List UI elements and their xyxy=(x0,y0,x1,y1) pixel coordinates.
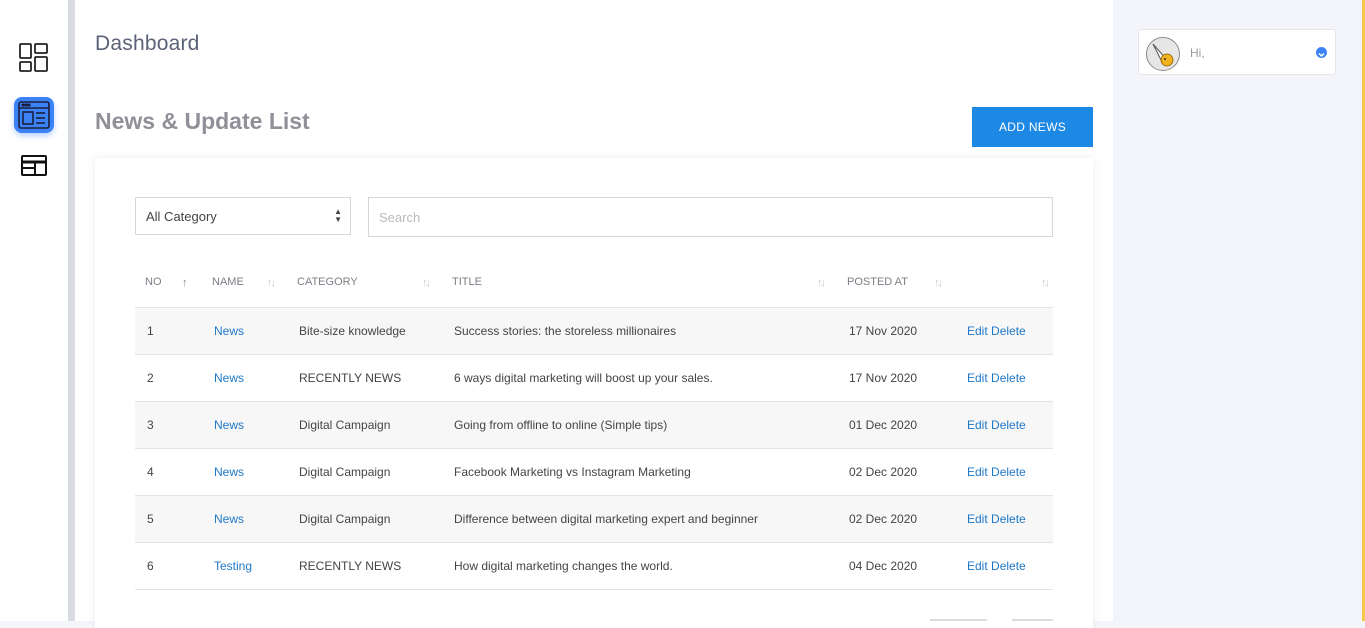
row-name-link[interactable]: Testing xyxy=(214,559,252,573)
sort-icon[interactable]: ↑↓ xyxy=(422,277,431,289)
row-category: Digital Campaign xyxy=(297,401,452,449)
row-category: Digital Campaign xyxy=(297,495,452,543)
delete-link[interactable]: Delete xyxy=(991,465,1026,479)
news-window-icon[interactable] xyxy=(14,97,54,133)
column-header-posted-at[interactable]: POSTED AT ↑↓ xyxy=(847,261,964,308)
column-header-title[interactable]: TITLE ↑↓ xyxy=(452,261,847,308)
edit-link[interactable]: Edit xyxy=(967,465,988,479)
column-header-name[interactable]: NAME ↑↓ xyxy=(212,261,297,308)
row-category: RECENTLY NEWS xyxy=(297,354,452,402)
row-title: Success stories: the storeless millionai… xyxy=(452,307,847,355)
row-number: 1 xyxy=(135,307,212,355)
add-news-button[interactable]: ADD NEWS xyxy=(972,107,1093,147)
sort-asc-icon[interactable]: ↑ xyxy=(182,277,187,289)
category-select[interactable]: All Category ▲ ▼ xyxy=(135,197,351,235)
delete-link[interactable]: Delete xyxy=(991,324,1026,338)
row-posted-at: 02 Dec 2020 xyxy=(847,448,964,496)
row-posted-at: 01 Dec 2020 xyxy=(847,401,964,449)
chevron-down-icon[interactable] xyxy=(1316,47,1327,58)
main-content: Dashboard News & Update List ADD NEWS Al… xyxy=(75,0,1113,628)
table-header-row: NO ↑ NAME ↑↓ CATEGORY ↑↓ TITLE ↑↓ POSTED… xyxy=(135,261,1053,308)
sort-icon[interactable]: ↑↓ xyxy=(934,277,943,289)
delete-link[interactable]: Delete xyxy=(991,371,1026,385)
column-header-category[interactable]: CATEGORY ↑↓ xyxy=(297,261,452,308)
row-title: Going from offline to online (Simple tip… xyxy=(452,401,847,449)
page-title: Dashboard xyxy=(95,32,200,55)
avatar xyxy=(1146,37,1180,71)
user-menu[interactable]: Hi, xyxy=(1138,29,1336,75)
row-number: 4 xyxy=(135,448,212,496)
section-title: News & Update List xyxy=(95,108,310,134)
row-name-link[interactable]: News xyxy=(214,465,244,479)
news-table: NO ↑ NAME ↑↓ CATEGORY ↑↓ TITLE ↑↓ POSTED… xyxy=(135,261,1053,590)
table-row: 6 Testing RECENTLY NEWS How digital marketi… xyxy=(135,542,1053,590)
category-select-value: All Category xyxy=(146,208,217,224)
row-name-link[interactable]: News xyxy=(214,371,244,385)
row-title: Facebook Marketing vs Instagram Marketin… xyxy=(452,448,847,496)
icon-sidebar xyxy=(0,0,68,621)
dashboard-icon[interactable] xyxy=(14,40,54,76)
browser-window-icon[interactable] xyxy=(14,148,54,184)
sort-icon[interactable]: ↑↓ xyxy=(817,277,826,289)
edit-link[interactable]: Edit xyxy=(967,559,988,573)
row-posted-at: 17 Nov 2020 xyxy=(847,354,964,402)
column-header-actions[interactable]: ↑↓ xyxy=(964,261,1053,308)
delete-link[interactable]: Delete xyxy=(991,512,1026,526)
edit-link[interactable]: Edit xyxy=(967,418,988,432)
row-category: Bite-size knowledge xyxy=(297,307,452,355)
row-title: How digital marketing changes the world. xyxy=(452,542,847,590)
edit-link[interactable]: Edit xyxy=(967,324,988,338)
sort-icon[interactable]: ↑↓ xyxy=(1041,277,1050,289)
row-category: Digital Campaign xyxy=(297,448,452,496)
table-row: 1 News Bite-size knowledge Success stories:… xyxy=(135,307,1053,355)
edit-link[interactable]: Edit xyxy=(967,371,988,385)
row-category: RECENTLY NEWS xyxy=(297,542,452,590)
sort-icon[interactable]: ↑↓ xyxy=(267,277,276,289)
row-number: 5 xyxy=(135,495,212,543)
table-row: 2 News RECENTLY NEWS 6 ways digital marketi… xyxy=(135,354,1053,402)
search-input[interactable] xyxy=(368,197,1053,237)
right-panel: Hi, xyxy=(1113,0,1362,621)
news-card: All Category ▲▼ NO ↑ NAME ↑↓ CATEGORY xyxy=(95,158,1093,628)
row-posted-at: 17 Nov 2020 xyxy=(847,307,964,355)
user-greeting: Hi, xyxy=(1190,46,1205,60)
row-posted-at: 04 Dec 2020 xyxy=(847,542,964,590)
row-number: 3 xyxy=(135,401,212,449)
delete-link[interactable]: Delete xyxy=(991,559,1026,573)
delete-link[interactable]: Delete xyxy=(991,418,1026,432)
row-title: 6 ways digital marketing will boost up y… xyxy=(452,354,847,402)
row-title: Difference between digital marketing exp… xyxy=(452,495,847,543)
table-row: 5 News Digital Campaign Difference between … xyxy=(135,495,1053,543)
row-name-link[interactable]: News xyxy=(214,324,244,338)
edit-link[interactable]: Edit xyxy=(967,512,988,526)
row-name-link[interactable]: News xyxy=(214,418,244,432)
row-posted-at: 02 Dec 2020 xyxy=(847,495,964,543)
table-row: 4 News Digital Campaign Facebook Marketing … xyxy=(135,448,1053,496)
row-number: 6 xyxy=(135,542,212,590)
sidebar-divider xyxy=(68,0,75,621)
table-row: 3 News Digital Campaign Going from offline … xyxy=(135,401,1053,449)
row-name-link[interactable]: News xyxy=(214,512,244,526)
select-arrows-icon: ▲ ▼ xyxy=(334,207,342,224)
row-number: 2 xyxy=(135,354,212,402)
column-header-no[interactable]: NO ↑ xyxy=(135,261,212,308)
